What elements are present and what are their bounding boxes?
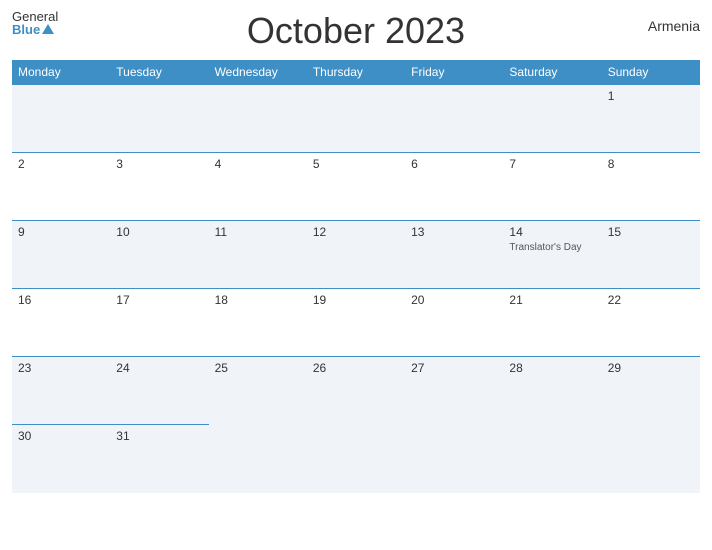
day-number: 15 [608, 225, 694, 239]
calendar-cell: 27 [405, 357, 503, 425]
calendar-cell: 29 [602, 357, 700, 425]
day-number: 11 [215, 225, 301, 239]
day-number: 1 [608, 89, 694, 103]
weekday-header-wednesday: Wednesday [209, 60, 307, 85]
calendar-cell: 7 [503, 153, 601, 221]
calendar-cell: 30 [12, 425, 110, 493]
day-number: 3 [116, 157, 202, 171]
calendar-cell [307, 85, 405, 153]
day-number: 2 [18, 157, 104, 171]
calendar-cell: 12 [307, 221, 405, 289]
calendar-cell [602, 425, 700, 493]
day-number: 26 [313, 361, 399, 375]
day-number: 29 [608, 361, 694, 375]
day-number: 24 [116, 361, 202, 375]
calendar-cell: 22 [602, 289, 700, 357]
day-number: 12 [313, 225, 399, 239]
logo-line: Blue [12, 23, 58, 36]
event-label: Translator's Day [509, 241, 595, 254]
calendar-container: General Blue October 2023 Armenia Monday… [0, 0, 712, 550]
calendar-grid: MondayTuesdayWednesdayThursdayFridaySatu… [12, 60, 700, 493]
calendar-cell: 2 [12, 153, 110, 221]
day-number: 28 [509, 361, 595, 375]
day-number: 10 [116, 225, 202, 239]
logo-blue-text: Blue [12, 23, 40, 36]
weekday-header-thursday: Thursday [307, 60, 405, 85]
day-number: 31 [116, 429, 202, 443]
day-number: 19 [313, 293, 399, 307]
calendar-cell: 31 [110, 425, 208, 493]
day-number: 9 [18, 225, 104, 239]
calendar-cell: 20 [405, 289, 503, 357]
calendar-cell [209, 85, 307, 153]
logo-triangle-icon [42, 24, 54, 34]
calendar-cell [209, 425, 307, 493]
week-row-1: 1 [12, 85, 700, 153]
calendar-cell [110, 85, 208, 153]
week-row-3: 9 10 11 12 13 14 Translator's Day 15 [12, 221, 700, 289]
calendar-cell: 24 [110, 357, 208, 425]
calendar-cell: 13 [405, 221, 503, 289]
day-number: 27 [411, 361, 497, 375]
day-number: 20 [411, 293, 497, 307]
calendar-cell: 19 [307, 289, 405, 357]
day-number: 13 [411, 225, 497, 239]
week-row-5: 23 24 25 26 27 28 29 [12, 357, 700, 425]
calendar-cell: 6 [405, 153, 503, 221]
day-number: 4 [215, 157, 301, 171]
weekday-header-tuesday: Tuesday [110, 60, 208, 85]
month-title: October 2023 [247, 10, 465, 52]
calendar-cell: 9 [12, 221, 110, 289]
calendar-cell: 11 [209, 221, 307, 289]
calendar-cell: 21 [503, 289, 601, 357]
day-number: 17 [116, 293, 202, 307]
day-number: 16 [18, 293, 104, 307]
day-number: 5 [313, 157, 399, 171]
week-row-4: 16 17 18 19 20 21 22 [12, 289, 700, 357]
week-row-2: 2345678 [12, 153, 700, 221]
calendar-cell: 8 [602, 153, 700, 221]
calendar-cell [503, 85, 601, 153]
calendar-cell: 28 [503, 357, 601, 425]
calendar-cell: 26 [307, 357, 405, 425]
weekday-header-monday: Monday [12, 60, 110, 85]
calendar-cell: 10 [110, 221, 208, 289]
day-number: 30 [18, 429, 104, 443]
calendar-cell: 16 [12, 289, 110, 357]
day-number: 23 [18, 361, 104, 375]
calendar-cell [307, 425, 405, 493]
calendar-header: General Blue October 2023 Armenia [12, 10, 700, 52]
calendar-cell: 14 Translator's Day [503, 221, 601, 289]
calendar-cell [503, 425, 601, 493]
calendar-cell: 25 [209, 357, 307, 425]
weekday-header-saturday: Saturday [503, 60, 601, 85]
day-number: 25 [215, 361, 301, 375]
calendar-cell: 4 [209, 153, 307, 221]
calendar-cell: 1 [602, 85, 700, 153]
calendar-cell: 23 [12, 357, 110, 425]
weekday-header-sunday: Sunday [602, 60, 700, 85]
calendar-cell: 3 [110, 153, 208, 221]
calendar-cell: 17 [110, 289, 208, 357]
week-row-6: 30 31 [12, 425, 700, 493]
logo: General Blue [12, 10, 58, 36]
weekday-header-friday: Friday [405, 60, 503, 85]
day-number: 21 [509, 293, 595, 307]
weekday-header-row: MondayTuesdayWednesdayThursdayFridaySatu… [12, 60, 700, 85]
day-number: 8 [608, 157, 694, 171]
calendar-cell [405, 85, 503, 153]
day-number: 18 [215, 293, 301, 307]
calendar-cell: 18 [209, 289, 307, 357]
calendar-cell [12, 85, 110, 153]
calendar-cell: 15 [602, 221, 700, 289]
calendar-cell: 5 [307, 153, 405, 221]
day-number: 7 [509, 157, 595, 171]
day-number: 6 [411, 157, 497, 171]
day-number: 22 [608, 293, 694, 307]
day-number: 14 [509, 225, 595, 239]
calendar-cell [405, 425, 503, 493]
country-label: Armenia [648, 18, 700, 34]
